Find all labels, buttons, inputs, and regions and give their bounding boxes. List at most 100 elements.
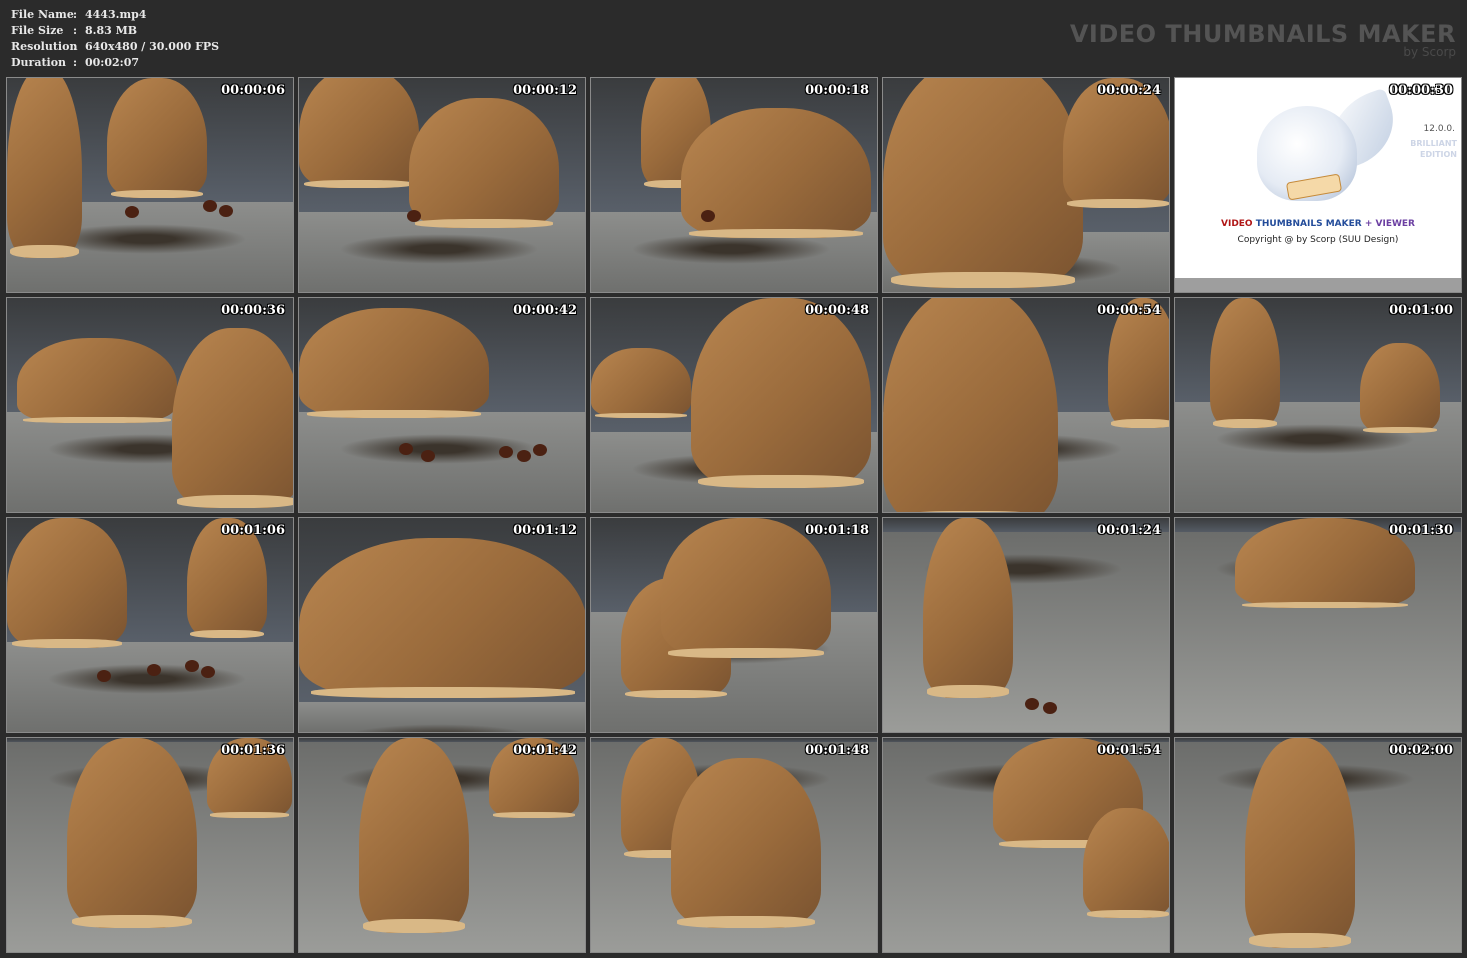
boot-sole xyxy=(1086,910,1169,918)
video-thumbnail[interactable]: 00:01:54 xyxy=(882,737,1170,953)
chestnut xyxy=(499,446,513,458)
boot-shape xyxy=(671,758,821,928)
duration-value: 00:02:07 xyxy=(85,56,140,69)
thumbnail-timestamp: 00:01:36 xyxy=(221,743,285,758)
logo-copyright: Copyright @ by Scorp (SUU Design) xyxy=(1237,235,1399,245)
chestnut xyxy=(517,450,531,462)
boot-shape xyxy=(359,738,469,933)
video-thumbnail[interactable]: 00:00:42 xyxy=(298,297,586,513)
boot-sole xyxy=(625,689,727,698)
boot-sole xyxy=(1242,601,1408,608)
boot-sole xyxy=(492,812,576,818)
thumbnail-timestamp: 00:01:24 xyxy=(1097,523,1161,538)
file-size-label: File Size xyxy=(11,24,64,37)
thumbnail-timestamp: 00:00:18 xyxy=(805,83,869,98)
video-thumbnail[interactable]: 00:00:24 xyxy=(882,77,1170,293)
boot-shape xyxy=(299,308,489,418)
logo-product-part: THUMBNAILS MAKER xyxy=(1255,219,1362,229)
file-size-row: File Size : 8.83 MB xyxy=(11,23,219,39)
boot-shape xyxy=(67,738,197,928)
boot-sole xyxy=(177,495,293,508)
boot-sole xyxy=(698,474,864,488)
logo-edition: BRILLIANT EDITION xyxy=(1410,138,1457,160)
thumbnail-timestamp: 00:01:06 xyxy=(221,523,285,538)
thumbnail-timestamp: 00:01:00 xyxy=(1389,303,1453,318)
boot-sole xyxy=(595,413,687,418)
brand-watermark: VIDEO THUMBNAILS MAKER by Scorp xyxy=(1070,20,1456,58)
thumbnail-timestamp: 00:00:12 xyxy=(513,83,577,98)
duration-row: Duration : 00:02:07 xyxy=(11,55,219,71)
chestnut xyxy=(701,210,715,222)
chestnut xyxy=(201,666,215,678)
logo-version: 12.0.0. xyxy=(1423,124,1456,134)
logo-product-part: + VIEWER xyxy=(1364,219,1415,229)
chestnut xyxy=(219,205,233,217)
video-thumbnail[interactable]: 00:01:18 xyxy=(590,517,878,733)
video-thumbnail[interactable]: 00:00:18 xyxy=(590,77,878,293)
thumbnail-timestamp: 00:00:48 xyxy=(805,303,869,318)
boot-shape xyxy=(923,518,1013,698)
chestnut xyxy=(125,206,139,218)
boot-sole xyxy=(891,271,1075,288)
video-thumbnail[interactable]: 00:00:48 xyxy=(590,297,878,513)
resolution-row: Resolution : 640x480 / 30.000 FPS xyxy=(11,39,219,55)
video-thumbnail[interactable]: 00:01:42 xyxy=(298,737,586,953)
video-thumbnail[interactable]: 00:01:36 xyxy=(6,737,294,953)
video-thumbnail[interactable]: 00:01:00 xyxy=(1174,297,1462,513)
boot-shape xyxy=(7,78,82,258)
video-thumbnail[interactable]: 00:01:24 xyxy=(882,517,1170,733)
chestnut xyxy=(1043,702,1057,714)
boot-shape xyxy=(1360,343,1440,433)
video-thumbnail[interactable]: 00:00:12 xyxy=(298,77,586,293)
boot-sole xyxy=(1212,418,1278,428)
video-thumbnail[interactable]: 00:01:12 xyxy=(298,517,586,733)
boot-shape xyxy=(299,538,585,698)
boot-sole xyxy=(11,638,123,648)
video-thumbnail[interactable]: 00:00:06 xyxy=(6,77,294,293)
video-thumbnail[interactable]: 00:00:36 xyxy=(6,297,294,513)
file-name-value: 4443.mp4 xyxy=(85,8,147,21)
chestnut xyxy=(203,200,217,212)
thumbnail-timestamp: 00:00:42 xyxy=(513,303,577,318)
video-thumbnail[interactable]: 00:01:30 xyxy=(1174,517,1462,733)
boot-sole xyxy=(1067,198,1169,208)
boot-sole xyxy=(688,228,864,238)
separator: : xyxy=(73,40,78,53)
boot-shape xyxy=(591,348,691,418)
floor-debris xyxy=(631,234,831,264)
video-thumbnail[interactable]: 12.0.0. BRILLIANT EDITION VIDEO THUMBNAILS … xyxy=(1174,77,1462,293)
boot-sole xyxy=(310,686,576,698)
boot-shape xyxy=(1083,808,1169,918)
boot-shape xyxy=(691,298,871,488)
thumbnail-timestamp: 00:00:24 xyxy=(1097,83,1161,98)
thumbnail-timestamp: 00:01:12 xyxy=(513,523,577,538)
boot-shape xyxy=(661,518,831,658)
video-thumbnail[interactable]: 00:02:00 xyxy=(1174,737,1462,953)
boot-shape xyxy=(1245,738,1355,948)
chestnut xyxy=(185,660,199,672)
chestnut xyxy=(533,444,547,456)
file-name-label: File Name xyxy=(11,8,74,21)
file-size-value: 8.83 MB xyxy=(85,24,138,37)
resolution-value: 640x480 / 30.000 FPS xyxy=(85,40,220,53)
thumbnail-timestamp: 00:00:36 xyxy=(221,303,285,318)
video-thumbnail[interactable]: 00:01:48 xyxy=(590,737,878,953)
thumbnail-grid: 00:00:06 00:00:12 00:00:18 00:00:24 12.0.0. B… xyxy=(6,77,1462,953)
boot-sole xyxy=(890,511,1051,512)
chestnut xyxy=(407,210,421,222)
chestnut xyxy=(421,450,435,462)
video-thumbnail[interactable]: 00:00:54 xyxy=(882,297,1170,513)
boot-shape xyxy=(17,338,177,423)
boot-shape xyxy=(299,78,419,188)
chestnut xyxy=(1025,698,1039,710)
boot-shape xyxy=(7,518,127,648)
thumbnail-timestamp: 00:01:42 xyxy=(513,743,577,758)
chestnut xyxy=(97,670,111,682)
boot-sole xyxy=(306,410,482,418)
duration-label: Duration xyxy=(11,56,67,69)
boot-sole xyxy=(415,218,553,228)
thumbnail-timestamp: 00:00:54 xyxy=(1097,303,1161,318)
boot-sole xyxy=(72,914,192,928)
thumbnail-timestamp: 00:00:06 xyxy=(221,83,285,98)
video-thumbnail[interactable]: 00:01:06 xyxy=(6,517,294,733)
